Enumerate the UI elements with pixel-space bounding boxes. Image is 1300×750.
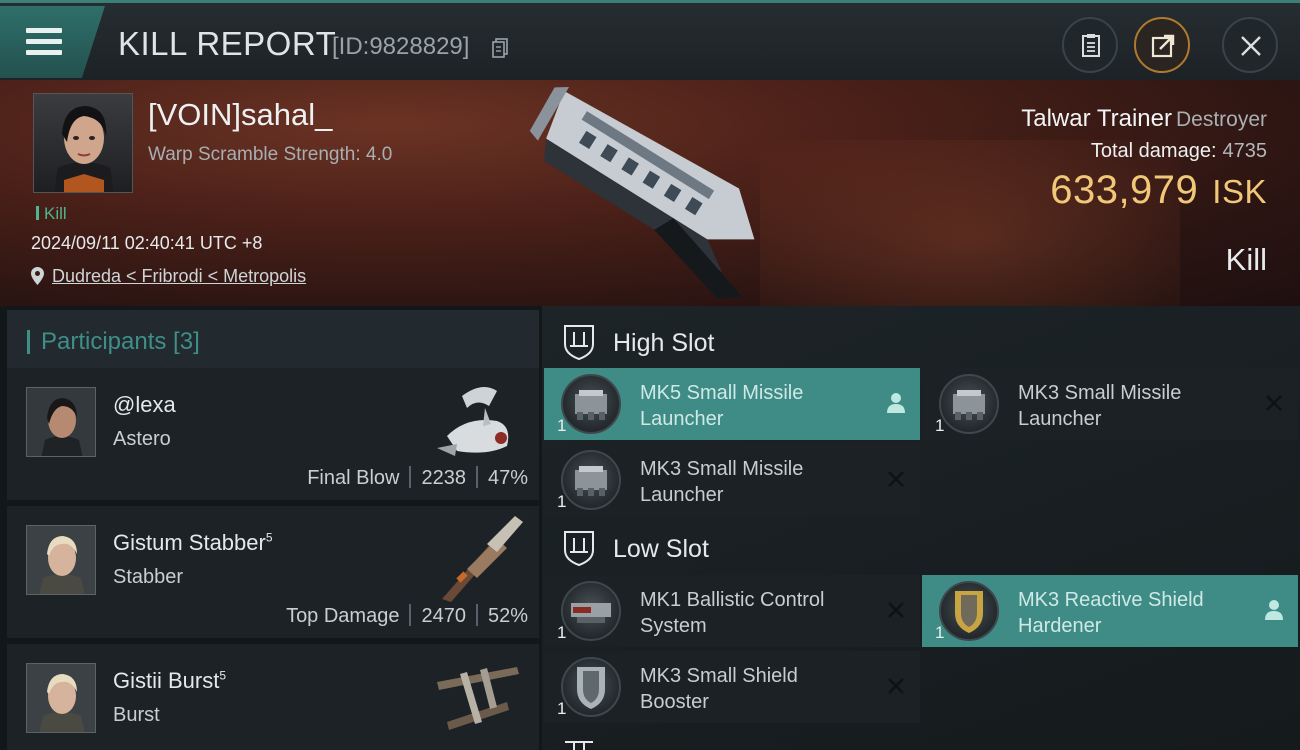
participant-name-text: Gistum Stabber <box>113 530 266 555</box>
close-icon <box>1241 36 1261 56</box>
participant-avatar[interactable] <box>26 663 96 733</box>
participant-name: Gistum Stabber5 <box>113 530 273 556</box>
module-name: MK5 Small Missile Launcher <box>640 382 804 430</box>
participant-role: Top Damage <box>286 605 400 627</box>
shield-booster-icon <box>561 657 621 717</box>
burst-ship-icon <box>437 667 519 730</box>
participant-level: 5 <box>219 668 227 683</box>
missile-launcher-icon <box>561 374 621 434</box>
total-damage: Total damage: 4735 <box>1091 140 1267 163</box>
participant-name-text: Gistii Burst <box>113 668 220 693</box>
participants-header: Participants [3] <box>7 310 539 370</box>
location-link[interactable]: Dudreda < Fribrodi < Metropolis <box>52 266 306 286</box>
participant-ship: Burst <box>113 704 160 726</box>
warp-scramble-strength: Warp Scramble Strength: 4.0 <box>148 144 393 165</box>
participant-stats: Final Blow 2238 47% <box>307 466 528 490</box>
destroyed-x-icon <box>888 678 904 694</box>
module-item[interactable]: 1 MK1 Ballistic Control System <box>544 575 920 647</box>
participant-percent: 47% <box>487 467 528 489</box>
participant-card[interactable]: @lexa Astero Final Blow 2238 47% <box>7 368 539 500</box>
victim-pilot-name[interactable]: [VOIN]sahal_ <box>148 97 332 133</box>
victim-ship-name[interactable]: Talwar Trainer Destroyer <box>1021 105 1267 133</box>
destroyed-x-icon <box>888 471 904 487</box>
module-quantity: 1 <box>557 623 567 642</box>
person-icon <box>1265 600 1283 620</box>
ship-class: Destroyer <box>1175 108 1267 131</box>
participant-ship: Astero <box>113 428 171 450</box>
module-name: MK3 Small Missile Launcher <box>640 458 804 506</box>
module-item[interactable]: 1 MK3 Small Missile Launcher <box>922 368 1298 440</box>
total-damage-label: Total damage: <box>1090 140 1217 162</box>
shield-hardener-icon <box>939 581 999 641</box>
close-button[interactable] <box>1222 17 1278 73</box>
participant-avatar[interactable] <box>26 387 96 457</box>
ballistic-control-icon <box>561 581 621 641</box>
participant-avatar[interactable] <box>26 525 96 595</box>
ship-name-text: Talwar Trainer <box>1021 105 1172 132</box>
high-slot-icon <box>564 325 594 360</box>
report-id: [ID:9828829] <box>332 33 470 60</box>
kill-datetime: 2024/09/11 02:40:41 UTC +8 <box>31 233 263 253</box>
module-quantity: 1 <box>557 492 567 511</box>
module-quantity: 1 <box>557 416 567 435</box>
page-title: KILL REPORT <box>118 25 337 62</box>
destroyed-x-icon <box>1266 395 1282 411</box>
module-item[interactable]: 1 MK5 Small Missile Launcher <box>544 368 920 440</box>
share-icon <box>1151 34 1175 58</box>
module-item[interactable]: 1 MK3 Small Shield Booster <box>544 651 920 723</box>
total-damage-value: 4735 <box>1222 140 1268 162</box>
person-icon <box>887 393 905 413</box>
isk-amount: 633,979 <box>1050 168 1199 212</box>
missile-launcher-icon <box>939 374 999 434</box>
mid-slot-header-partial <box>562 736 672 750</box>
participants-title: Participants [3] <box>41 328 200 355</box>
participant-stats: Top Damage 2470 52% <box>286 604 528 628</box>
clipboard-button[interactable] <box>1062 17 1118 73</box>
module-item[interactable]: 1 MK3 Reactive Shield Hardener <box>922 575 1298 647</box>
module-name: MK3 Small Missile Launcher <box>1018 382 1182 430</box>
module-name: MK3 Reactive Shield Hardener <box>1018 589 1204 637</box>
participant-card[interactable]: Gistum Stabber5 Stabber Top Damage 2470 52… <box>7 506 539 638</box>
participant-damage: 2238 <box>421 467 466 489</box>
menu-button[interactable] <box>0 6 105 78</box>
victim-summary: [VOIN]sahal_ Warp Scramble Strength: 4.0… <box>0 80 1300 306</box>
kill-location[interactable]: Dudreda < Fribrodi < Metropolis <box>31 266 306 287</box>
module-quantity: 1 <box>935 623 945 642</box>
location-pin-icon <box>31 267 44 285</box>
kill-tag: Kill <box>36 204 67 224</box>
victim-avatar[interactable] <box>33 93 133 193</box>
participant-role: Final Blow <box>307 467 400 489</box>
module-name: MK3 Small Shield Booster <box>640 665 798 713</box>
clipboard-icon <box>1082 34 1100 57</box>
participant-damage: 2470 <box>421 605 466 627</box>
participant-name: @lexa <box>113 392 176 417</box>
module-quantity: 1 <box>557 699 567 718</box>
destroyed-x-icon <box>888 602 904 618</box>
low-slot-icon <box>564 531 594 566</box>
high-slot-label: High Slot <box>613 329 715 357</box>
participant-percent: 52% <box>487 605 528 627</box>
copy-icon[interactable] <box>492 38 508 58</box>
astero-ship-icon <box>437 387 509 456</box>
low-slot-label: Low Slot <box>613 535 709 563</box>
menu-icon <box>26 28 62 56</box>
isk-unit: ISK <box>1212 173 1267 210</box>
participant-ship: Stabber <box>113 566 184 588</box>
participants-panel: Participants [3] @lexa Astero Final Blow… <box>0 306 542 750</box>
result-label: Kill <box>1225 242 1267 277</box>
module-name: MK1 Ballistic Control System <box>640 589 825 637</box>
module-quantity: 1 <box>935 416 945 435</box>
victim-ship-image <box>529 86 755 299</box>
isk-value: 633,979 ISK <box>1050 168 1267 213</box>
fitting-panel: High Slot 1 MK5 Small Missile Launcher 1… <box>542 306 1300 750</box>
participant-card[interactable]: Gistii Burst5 Burst <box>7 644 539 750</box>
top-bar: KILL REPORT [ID:9828829] <box>0 0 1300 80</box>
share-button[interactable] <box>1134 17 1190 73</box>
stabber-ship-icon <box>442 516 523 602</box>
participant-level: 5 <box>265 530 273 545</box>
module-item[interactable]: 1 MK3 Small Missile Launcher <box>544 444 920 516</box>
participant-name: Gistii Burst5 <box>113 668 226 694</box>
missile-launcher-icon <box>561 450 621 510</box>
